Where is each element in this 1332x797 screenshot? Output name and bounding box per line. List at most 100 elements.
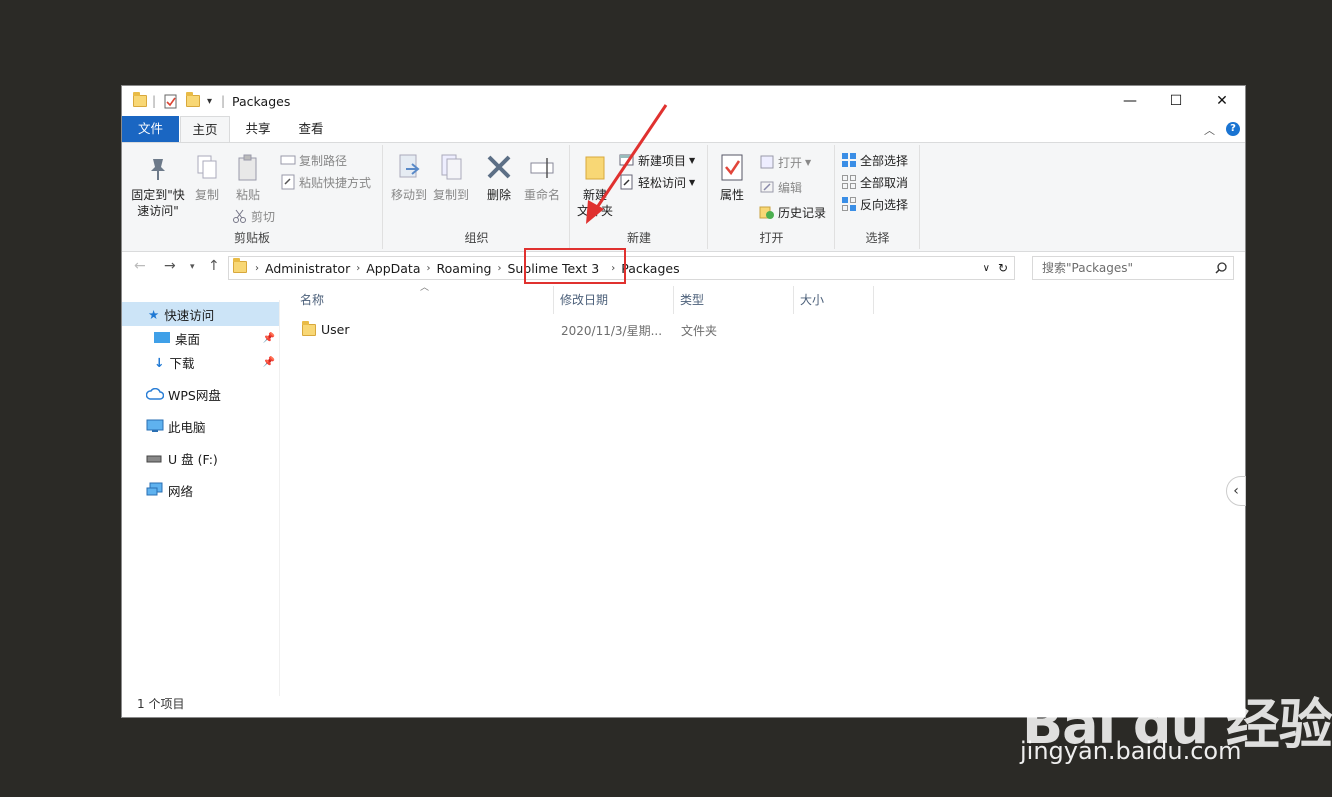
usb-drive-icon (146, 455, 162, 463)
pin-label-1: 固定到"快 (131, 188, 185, 202)
file-row[interactable]: User 2020/11/3/星期... 文件夹 (300, 318, 717, 342)
new-item-button[interactable]: 新建项目 ▼ (619, 150, 695, 170)
nav-downloads[interactable]: ↓ 下载 📌 (122, 350, 279, 374)
group-open: 属性 打开 ▼ 编辑 历史记录 打开 (709, 145, 835, 249)
edit-icon (759, 179, 775, 195)
easy-access-label: 轻松访问 (638, 175, 687, 190)
nav-wps-drive[interactable]: WPS网盘 (122, 382, 279, 406)
select-none-button[interactable]: 全部取消 (841, 172, 908, 192)
paste-button[interactable]: 粘贴 (228, 153, 268, 203)
properties-button[interactable]: 属性 (715, 153, 749, 203)
tab-file[interactable]: 文件 (122, 116, 179, 142)
invert-selection-button[interactable]: 反向选择 (841, 194, 908, 214)
navigation-pane: ★ 快速访问 桌面 📌 ↓ 下载 📌 WPS网盘 此电脑 U 盘 (F:) 网络 (122, 300, 280, 696)
new-folder-icon (582, 153, 608, 183)
column-size[interactable]: 大小 (800, 286, 874, 314)
copy-to-icon (438, 153, 464, 183)
move-to-button[interactable]: 移动到 (388, 153, 430, 203)
nav-usb-drive[interactable]: U 盘 (F:) (122, 446, 279, 470)
invert-selection-label: 反向选择 (860, 197, 909, 212)
breadcrumb-separator[interactable]: › (255, 263, 259, 274)
refresh-icon[interactable]: ↻ (998, 261, 1008, 275)
collapse-ribbon-icon[interactable]: ︿ (1204, 122, 1215, 138)
breadcrumb-roaming[interactable]: Roaming (437, 261, 492, 276)
new-folder-button[interactable]: 新建 文件夹 (575, 153, 615, 219)
select-all-icon (841, 152, 857, 168)
watermark-url: jingyan.baidu.com (1020, 737, 1242, 765)
search-placeholder: 搜索"Packages" (1042, 261, 1134, 275)
navigation-bar: ← → ▾ ↑ › Administrator › AppData › Roam… (122, 256, 1245, 280)
help-icon[interactable]: ? (1226, 122, 1240, 136)
folder-icon (302, 321, 316, 339)
nav-quick-access[interactable]: ★ 快速访问 (122, 302, 279, 326)
nav-wps-label: WPS网盘 (168, 387, 221, 403)
easy-access-button[interactable]: 轻松访问 ▼ (619, 172, 695, 192)
properties-icon (719, 153, 745, 183)
dropdown-arrow-icon: ▼ (689, 155, 696, 165)
breadcrumb-separator[interactable]: › (427, 263, 431, 274)
nav-downloads-label: 下载 (169, 355, 195, 371)
recent-locations-icon[interactable]: ▾ (190, 262, 195, 272)
easy-access-icon (619, 174, 635, 190)
new-folder-label-2: 文件夹 (576, 204, 613, 218)
close-button[interactable]: ✕ (1199, 86, 1245, 116)
tab-view[interactable]: 查看 (286, 116, 336, 142)
download-arrow-icon: ↓ (154, 354, 165, 370)
clipboard-group-label: 剪贴板 (233, 231, 270, 245)
customize-quick-access-icon[interactable]: ▾ (207, 93, 212, 109)
ribbon-tabs: 文件 主页 共享 查看 ︿ ? (122, 116, 1245, 142)
nav-network[interactable]: 网络 (122, 478, 279, 502)
select-all-label: 全部选择 (860, 153, 909, 168)
up-arrow-icon[interactable]: ↑ (208, 258, 220, 274)
dropdown-arrow-icon: ▼ (689, 177, 696, 187)
pin-icon[interactable]: 📌 (263, 357, 275, 368)
column-name[interactable]: 名称 (300, 286, 554, 314)
group-new: 新建 文件夹 新建项目 ▼ 轻松访问 ▼ 新建 (571, 145, 708, 249)
folder-icon (133, 92, 147, 109)
delete-button[interactable]: 删除 (481, 153, 517, 203)
breadcrumb-appdata[interactable]: AppData (366, 261, 420, 276)
column-modified[interactable]: 修改日期 (560, 286, 674, 314)
edit-button[interactable]: 编辑 (759, 177, 802, 197)
back-arrow-icon[interactable]: ← (134, 258, 146, 274)
nav-desktop[interactable]: 桌面 📌 (122, 326, 279, 350)
minimize-button[interactable]: — (1107, 86, 1153, 116)
open-button[interactable]: 打开 ▼ (759, 152, 811, 172)
nav-this-pc[interactable]: 此电脑 (122, 414, 279, 438)
cut-button[interactable]: 剪切 (232, 206, 275, 226)
history-button[interactable]: 历史记录 (759, 202, 826, 222)
column-type[interactable]: 类型 (680, 286, 794, 314)
network-icon (146, 482, 163, 496)
move-to-icon (396, 153, 422, 183)
pin-icon[interactable]: 📌 (263, 333, 275, 344)
copy-to-button[interactable]: 复制到 (430, 153, 472, 203)
maximize-button[interactable]: ☐ (1153, 86, 1199, 116)
breadcrumb-packages[interactable]: Packages (621, 261, 679, 276)
search-box[interactable]: 搜索"Packages" (1032, 256, 1234, 280)
breadcrumb-separator[interactable]: › (497, 263, 501, 274)
tab-home[interactable]: 主页 (180, 116, 230, 142)
copy-path-button[interactable]: 复制路径 (280, 150, 347, 170)
address-dropdown-icon[interactable]: ∨ (983, 263, 990, 274)
status-bar-count: 1 个项目 (137, 697, 185, 711)
breadcrumb-administrator[interactable]: Administrator (265, 261, 350, 276)
organize-group-label: 组织 (464, 231, 489, 245)
delete-label: 删除 (486, 188, 511, 202)
paste-shortcut-button[interactable]: 粘贴快捷方式 (280, 172, 371, 192)
preview-pane-toggle[interactable]: ‹ (1226, 476, 1246, 506)
paste-shortcut-icon (280, 174, 296, 190)
rename-button[interactable]: 重命名 (520, 153, 564, 203)
pin-quick-access-button[interactable]: 固定到"快 速访问" (128, 153, 188, 219)
nav-usb-label: U 盘 (F:) (168, 451, 218, 467)
tab-share[interactable]: 共享 (232, 116, 284, 142)
invert-selection-icon (841, 196, 857, 212)
breadcrumb-highlight-box (524, 248, 626, 284)
forward-arrow-icon[interactable]: → (164, 258, 176, 274)
breadcrumb-separator[interactable]: › (356, 263, 360, 274)
new-folder-quick-icon[interactable] (186, 92, 200, 109)
copy-button[interactable]: 复制 (189, 153, 225, 203)
select-none-label: 全部取消 (860, 175, 909, 190)
select-all-button[interactable]: 全部选择 (841, 150, 908, 170)
delete-x-icon (486, 153, 512, 183)
properties-quick-icon[interactable] (164, 93, 178, 109)
